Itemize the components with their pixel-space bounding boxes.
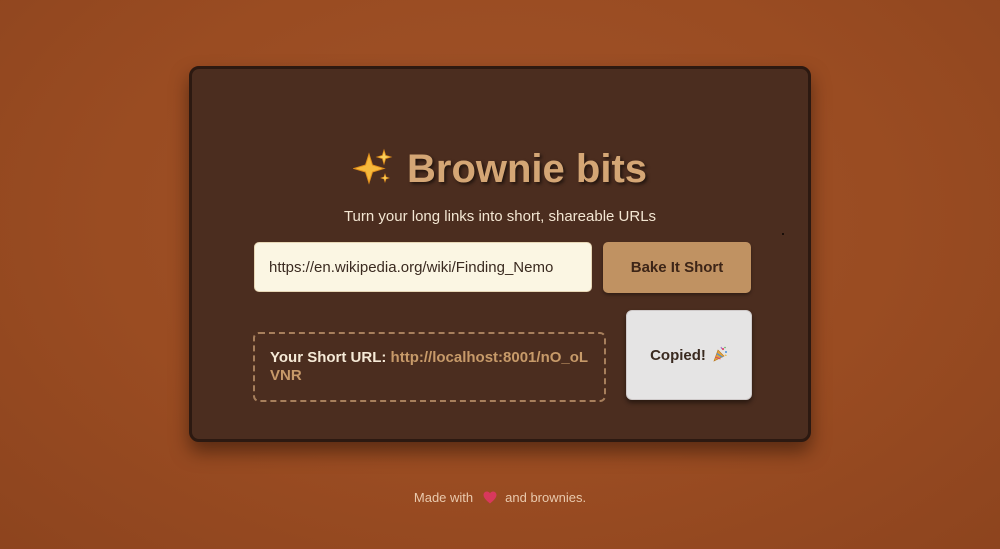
app-subtitle: Turn your long links into short, shareab… [343, 208, 657, 225]
footer-suffix: and brownies. [505, 490, 587, 505]
party-popper-icon [713, 346, 727, 362]
app-title: Brownie bits [406, 147, 648, 191]
copy-button-label: Copied! [650, 347, 706, 364]
shortener-card: Brownie bits Turn your long links into s… [189, 66, 811, 442]
short-url-label: Your Short URL: [270, 349, 387, 366]
heart-icon [483, 491, 497, 504]
bake-it-short-button[interactable]: Bake It Short [603, 242, 751, 293]
stray-dot [782, 233, 784, 235]
app-title-row: Brownie bits [192, 145, 808, 193]
sparkles-icon [352, 148, 393, 185]
long-url-input[interactable] [254, 242, 592, 292]
short-url-result: Your Short URL: http://localhost:8001/nO… [253, 332, 606, 402]
copy-button[interactable]: Copied! [626, 310, 752, 400]
footer: Made with and brownies. [0, 490, 1000, 505]
footer-prefix: Made with [413, 490, 474, 505]
